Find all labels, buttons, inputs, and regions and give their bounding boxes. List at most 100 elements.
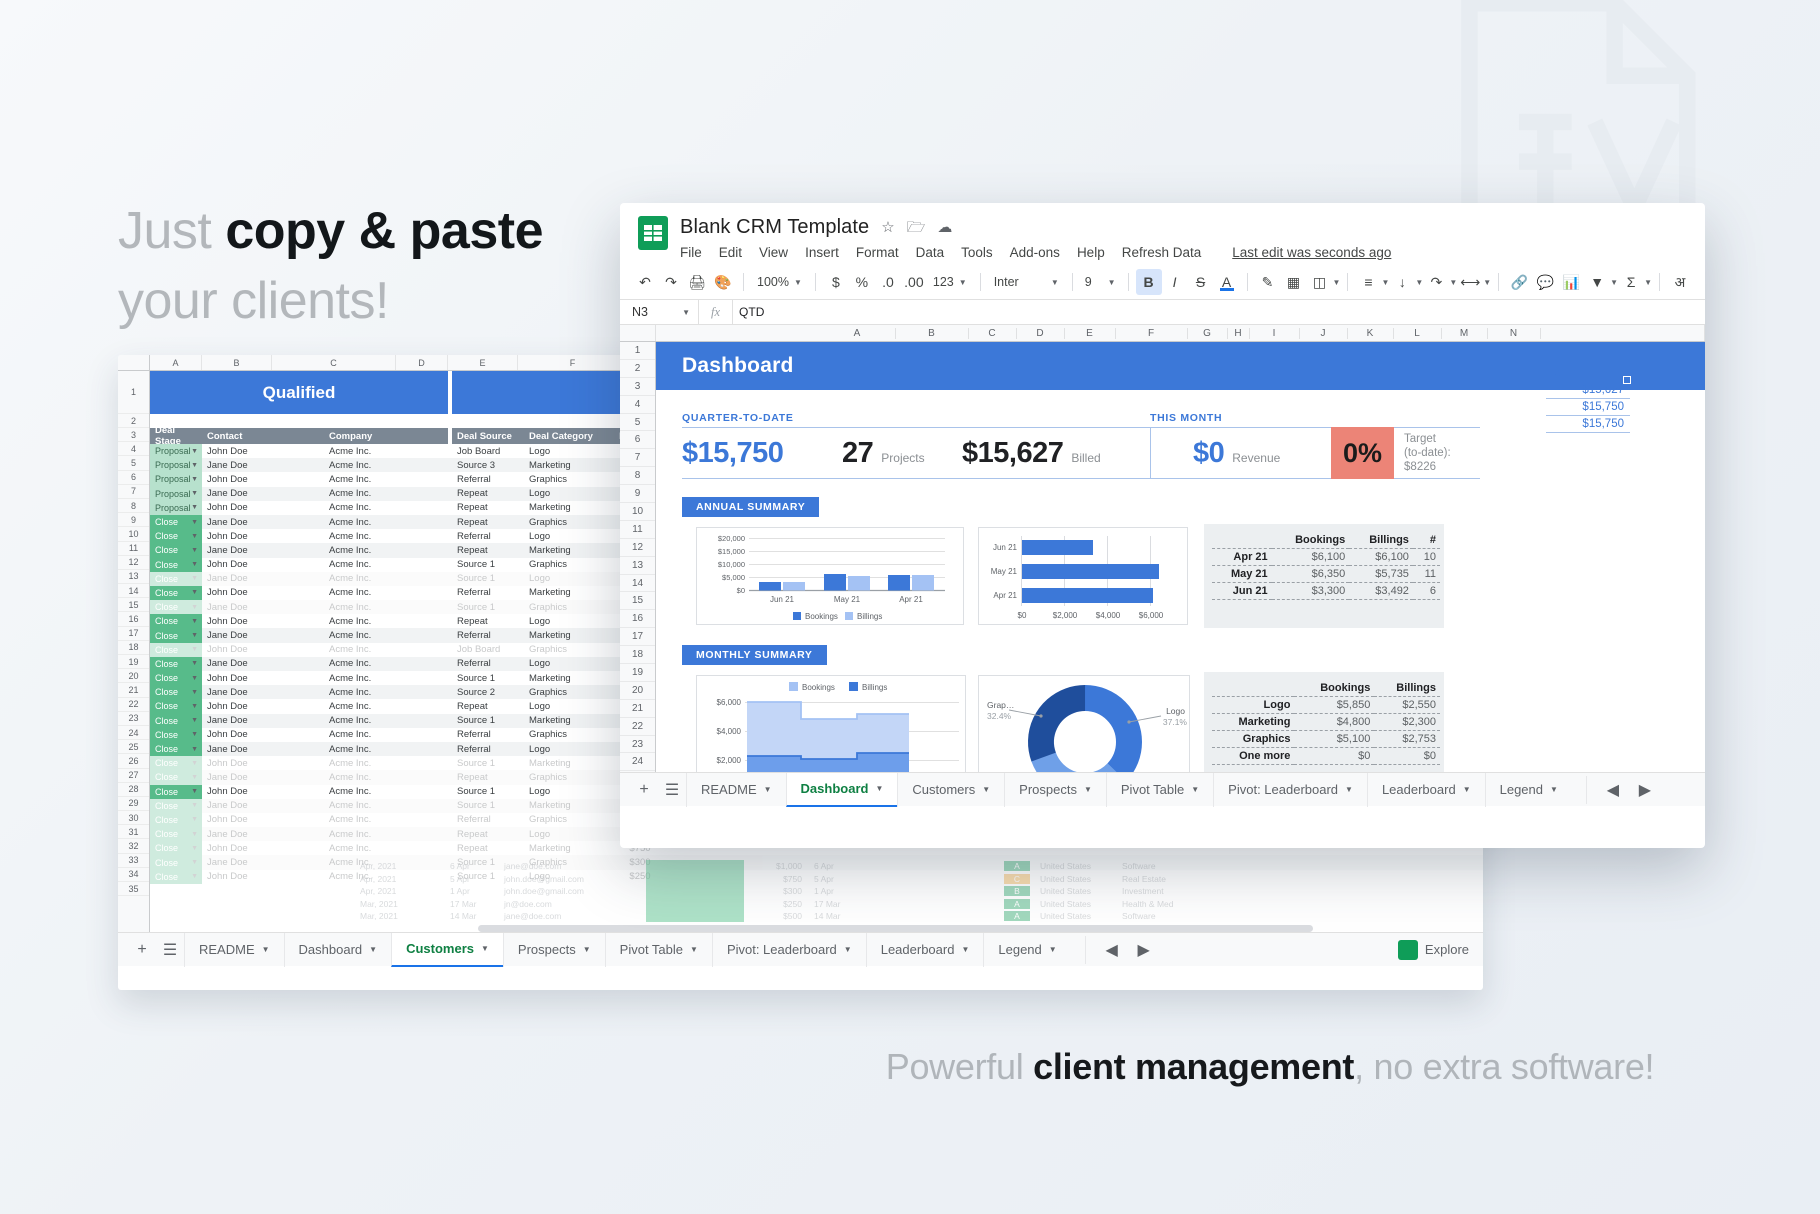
chevron-down-icon[interactable]: ▼ bbox=[191, 774, 198, 781]
column-header-F[interactable]: F bbox=[518, 355, 628, 370]
borders-icon[interactable]: ▦ bbox=[1281, 269, 1307, 295]
deal-stage-cell[interactable]: Close ▼ bbox=[150, 713, 202, 728]
deal-stage-cell[interactable]: Close ▼ bbox=[150, 841, 202, 856]
formula-input[interactable]: QTD bbox=[733, 305, 764, 319]
annual-column-chart[interactable]: $20,000 $15,000 $10,000 $5,000 $0 Jun 21… bbox=[696, 527, 964, 625]
insert-link-icon[interactable]: 🔗 bbox=[1506, 269, 1532, 295]
row-header-35[interactable]: 35 bbox=[118, 882, 149, 897]
chevron-down-icon[interactable]: ▼ bbox=[1084, 785, 1092, 794]
tab-pivot-table[interactable]: Pivot Table ▼ bbox=[1105, 772, 1213, 807]
chevron-down-icon[interactable]: ▼ bbox=[191, 476, 198, 483]
menu-bar[interactable]: File Edit View Insert Format Data Tools Add-ons… bbox=[680, 245, 1705, 260]
row-header-28[interactable]: 28 bbox=[118, 783, 149, 797]
monthly-donut-chart[interactable]: Grap… 32.4% Logo 37.1% bbox=[978, 675, 1190, 772]
row-header-15[interactable]: 15 bbox=[118, 598, 149, 613]
deal-stage-cell[interactable]: Close ▼ bbox=[150, 585, 202, 601]
tab-customers[interactable]: Customers ▼ bbox=[897, 772, 1004, 807]
toolbar[interactable]: ↶ ↷ 🖨 🎨 100% ▼ $ % .0 .00 123 ▼ Inter ▼ 9 ▼ … bbox=[620, 265, 1705, 299]
row-header-27[interactable]: 27 bbox=[118, 769, 149, 783]
row-header-24[interactable]: 24 bbox=[620, 753, 655, 772]
row-header-17[interactable]: 17 bbox=[620, 628, 655, 647]
chevron-down-icon[interactable]: ▼ bbox=[982, 785, 990, 794]
row-header-34[interactable]: 34 bbox=[118, 868, 149, 882]
deal-stage-cell[interactable]: Close ▼ bbox=[150, 628, 202, 643]
row-header-3[interactable]: 3 bbox=[620, 378, 655, 396]
chevron-down-icon[interactable]: ▼ bbox=[191, 802, 198, 809]
tab-dashboard[interactable]: Dashboard ▼ bbox=[785, 772, 898, 807]
last-edit-status[interactable]: Last edit was seconds ago bbox=[1232, 245, 1391, 260]
column-header-E[interactable]: E bbox=[448, 355, 518, 370]
deal-stage-cell[interactable]: Close ▼ bbox=[150, 514, 202, 530]
tab-dashboard[interactable]: Dashboard ▼ bbox=[283, 932, 392, 967]
row-header-13[interactable]: 13 bbox=[620, 557, 655, 575]
menu-add-ons[interactable]: Add-ons bbox=[1010, 245, 1060, 260]
chevron-down-icon[interactable]: ▼ bbox=[481, 944, 489, 953]
row-header-23[interactable]: 23 bbox=[620, 736, 655, 754]
chevron-down-icon[interactable]: ▼ bbox=[1415, 278, 1423, 287]
chevron-down-icon[interactable]: ▼ bbox=[369, 945, 377, 954]
chevron-down-icon[interactable]: ▼ bbox=[844, 945, 852, 954]
tab-prev-icon[interactable]: ◀ bbox=[1098, 936, 1126, 964]
chevron-down-icon[interactable]: ▼ bbox=[191, 689, 198, 696]
deal-stage-cell[interactable]: Close ▼ bbox=[150, 827, 202, 842]
back-tab-list[interactable]: README ▼ Dashboard ▼ Customers ▼ Prospects ▼ Piv… bbox=[184, 932, 1071, 967]
text-wrap-icon[interactable]: ↷ bbox=[1423, 269, 1449, 295]
deal-stage-cell[interactable]: Close ▼ bbox=[150, 812, 202, 828]
filter-icon[interactable]: ▼ bbox=[1584, 269, 1610, 295]
tab-leaderboard[interactable]: Leaderboard ▼ bbox=[1366, 772, 1485, 807]
row-header-9[interactable]: 9 bbox=[118, 513, 149, 528]
chevron-down-icon[interactable]: ▼ bbox=[1644, 278, 1652, 287]
row-header-17[interactable]: 17 bbox=[118, 627, 149, 641]
deal-stage-cell[interactable]: Close ▼ bbox=[150, 756, 202, 771]
sheets-window[interactable]: Blank CRM Template ☆ 🗁 ☁ File Edit View Ins… bbox=[620, 203, 1705, 848]
chevron-down-icon[interactable]: ▼ bbox=[191, 831, 198, 838]
chevron-down-icon[interactable]: ▼ bbox=[191, 490, 198, 497]
row-header-31[interactable]: 31 bbox=[118, 825, 149, 840]
chevron-down-icon[interactable]: ▼ bbox=[191, 632, 198, 639]
deal-stage-cell[interactable]: Close ▼ bbox=[150, 642, 202, 657]
tab-leaderboard[interactable]: Leaderboard ▼ bbox=[865, 932, 984, 967]
tab-prev-icon[interactable]: ◀ bbox=[1599, 776, 1627, 804]
row-header-14[interactable]: 14 bbox=[620, 575, 655, 593]
column-header-A[interactable]: A bbox=[150, 355, 202, 370]
chevron-down-icon[interactable]: ▼ bbox=[1550, 785, 1558, 794]
text-rotation-icon[interactable]: ⟷ bbox=[1457, 269, 1483, 295]
row-header-1[interactable]: 1 bbox=[118, 371, 149, 414]
row-header-13[interactable]: 13 bbox=[118, 570, 149, 585]
row-header-18[interactable]: 18 bbox=[118, 641, 149, 655]
tab-legend[interactable]: Legend ▼ bbox=[1484, 772, 1572, 807]
italic-button[interactable]: I bbox=[1162, 269, 1188, 295]
row-header-19[interactable]: 19 bbox=[118, 655, 149, 670]
tab-legend[interactable]: Legend ▼ bbox=[983, 932, 1070, 967]
strikethrough-button[interactable]: S bbox=[1188, 269, 1214, 295]
back-horizontal-scrollbar[interactable] bbox=[478, 925, 1313, 932]
front-column-headers[interactable]: ABCDEFGHIJKLMN bbox=[620, 325, 1705, 342]
chevron-down-icon[interactable]: ▼ bbox=[961, 945, 969, 954]
row-header-2[interactable]: 2 bbox=[118, 414, 149, 428]
chevron-down-icon[interactable]: ▼ bbox=[191, 675, 198, 682]
row-header-11[interactable]: 11 bbox=[620, 521, 655, 539]
front-tab-list[interactable]: README ▼ Dashboard ▼ Customers ▼ Prospects ▼ Piv… bbox=[686, 772, 1572, 807]
row-header-24[interactable]: 24 bbox=[118, 726, 149, 741]
row-header-26[interactable]: 26 bbox=[118, 754, 149, 769]
column-header-B[interactable]: B bbox=[202, 355, 272, 370]
chevron-down-icon[interactable]: ▼ bbox=[191, 533, 198, 540]
row-header-6[interactable]: 6 bbox=[118, 471, 149, 485]
column-header-K[interactable]: K bbox=[1348, 327, 1394, 339]
chevron-down-icon[interactable]: ▼ bbox=[875, 784, 883, 793]
row-header-25[interactable]: 25 bbox=[118, 740, 149, 755]
deal-stage-cell[interactable]: Proposal ▼ bbox=[150, 472, 202, 487]
tab-pivot-leaderboard[interactable]: Pivot: Leaderboard ▼ bbox=[711, 932, 866, 967]
chevron-down-icon[interactable]: ▼ bbox=[191, 618, 198, 625]
chevron-down-icon[interactable]: ▼ bbox=[1483, 278, 1491, 287]
row-header-10[interactable]: 10 bbox=[620, 503, 655, 521]
row-header-30[interactable]: 30 bbox=[118, 811, 149, 826]
row-header-29[interactable]: 29 bbox=[118, 797, 149, 812]
column-header-G[interactable]: G bbox=[1188, 327, 1228, 339]
row-header-19[interactable]: 19 bbox=[620, 664, 655, 682]
row-header-12[interactable]: 12 bbox=[118, 556, 149, 570]
row-header-22[interactable]: 22 bbox=[620, 718, 655, 736]
row-header-14[interactable]: 14 bbox=[118, 584, 149, 599]
fill-color-icon[interactable]: ✎ bbox=[1255, 269, 1281, 295]
deal-stage-cell[interactable]: Close ▼ bbox=[150, 571, 202, 586]
